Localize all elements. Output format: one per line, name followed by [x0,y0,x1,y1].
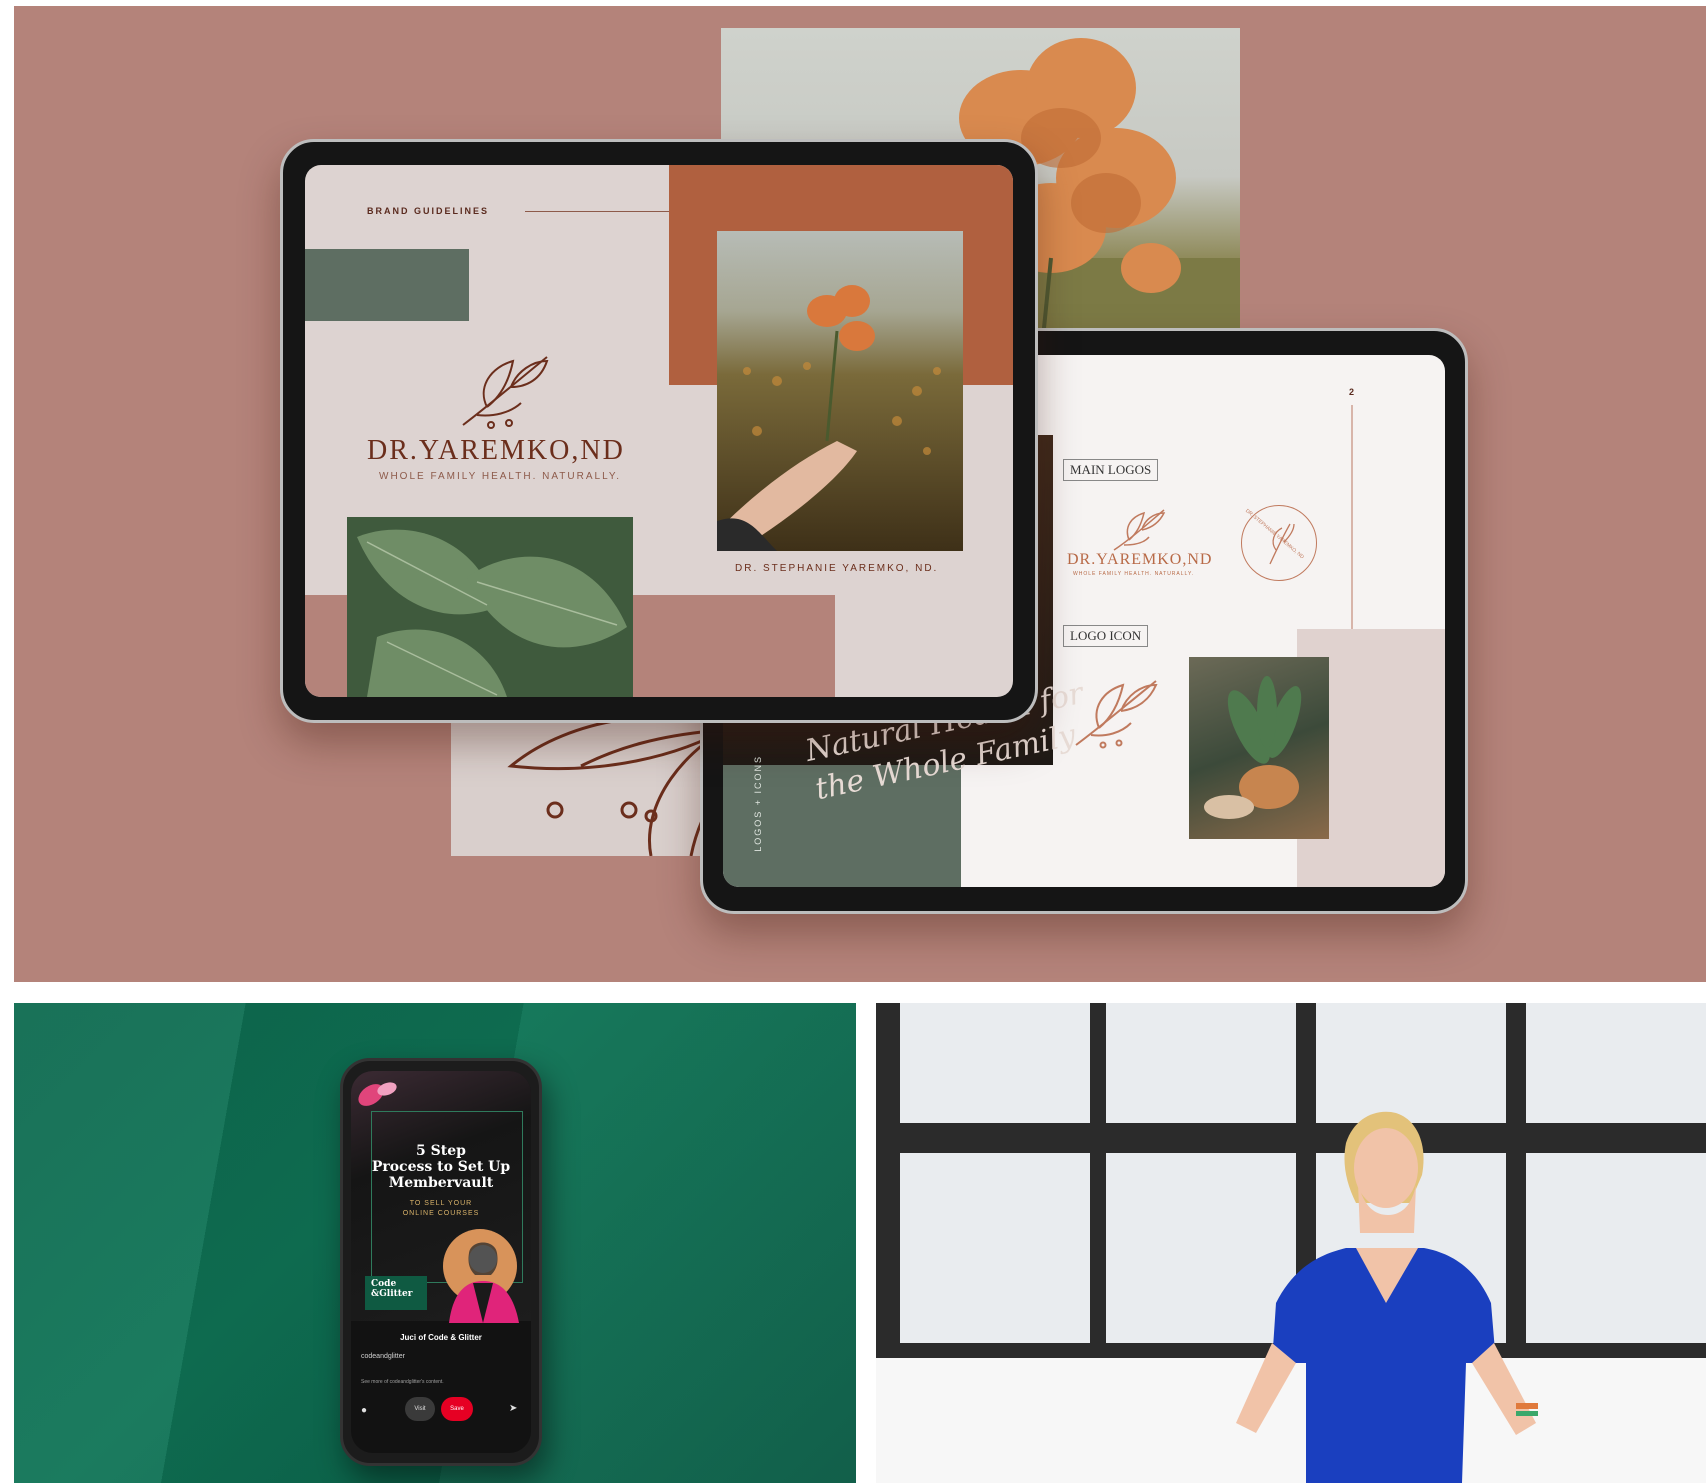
pin-subtitle: TO SELL YOUR ONLINE COURSES [351,1199,531,1219]
brand-line-2: &Glitter [371,1289,413,1299]
see-more-text: See more of codeandglitter's content. [361,1379,444,1385]
brand-logo-text: Code &Glitter [371,1279,412,1299]
flower-in-hand-photo [717,231,963,551]
pinterest-pin-screen: 5 Step Process to Set Up Membervault TO … [351,1071,531,1453]
portrait-photo [449,1242,519,1323]
main-logos-label: MAIN LOGOS [1063,459,1159,481]
logo-icon-label: LOGO ICON [1063,625,1149,647]
pin-title: 5 Step Process to Set Up Membervault [351,1143,531,1191]
pin-subtitle-line-1: TO SELL YOUR [409,1200,473,1207]
share-icon[interactable]: ➤ [509,1403,517,1414]
phone-mockup-panel: 5 Step Process to Set Up Membervault TO … [14,1003,856,1483]
page-number: 2 [1349,387,1355,397]
cover-page-screen: BRAND GUIDELINES DR.YAREMKO,ND WHOLE FAM… [305,165,1013,697]
comment-icon[interactable]: ● [361,1405,367,1416]
logo-icon-branch [1075,680,1158,749]
tagline: WHOLE FAMILY HEALTH. NATURALLY. [379,471,622,482]
brand-line-1: Code [371,1279,397,1289]
woman-at-window-photo [876,1003,1706,1483]
plant-photo [1189,657,1329,839]
secondary-logo-name: DR.YAREMKO,ND [1067,551,1213,568]
pin-subtitle-line-2: ONLINE COURSES [402,1210,480,1217]
branch-logo-icon [462,356,549,429]
pin-title-line-3: Membervault [388,1175,494,1191]
branch-logo-icon [1113,509,1166,551]
pin-username[interactable]: codeandglitter [361,1353,405,1360]
sage-block [305,249,469,321]
portrait-photo-panel [876,1003,1706,1483]
save-button[interactable]: Save [441,1397,473,1421]
pin-title-line-1: 5 Step [416,1143,466,1159]
leaf-photo [347,517,633,697]
logo-name: DR.YAREMKO,ND [367,435,625,466]
name-caption: DR. STEPHANIE YAREMKO, ND. [735,563,939,574]
brand-guidelines-showcase: LOGOS + ICONS Natural Health for the Who… [14,6,1706,982]
smartphone: 5 Step Process to Set Up Membervault TO … [340,1058,542,1466]
circular-badge-logo: DR. STEPHANIE YAREMKO, ND [1241,505,1317,581]
visit-button[interactable]: Visit [405,1397,435,1421]
brand-guidelines-heading: BRAND GUIDELINES [367,206,490,216]
pin-author[interactable]: Juci of Code & Glitter [351,1333,531,1342]
secondary-tagline: WHOLE FAMILY HEALTH. NATURALLY. [1073,571,1195,577]
tablet-cover-page: BRAND GUIDELINES DR.YAREMKO,ND WHOLE FAM… [280,139,1038,723]
side-label: LOGOS + ICONS [753,755,763,852]
pin-title-line-2: Process to Set Up [371,1159,511,1175]
